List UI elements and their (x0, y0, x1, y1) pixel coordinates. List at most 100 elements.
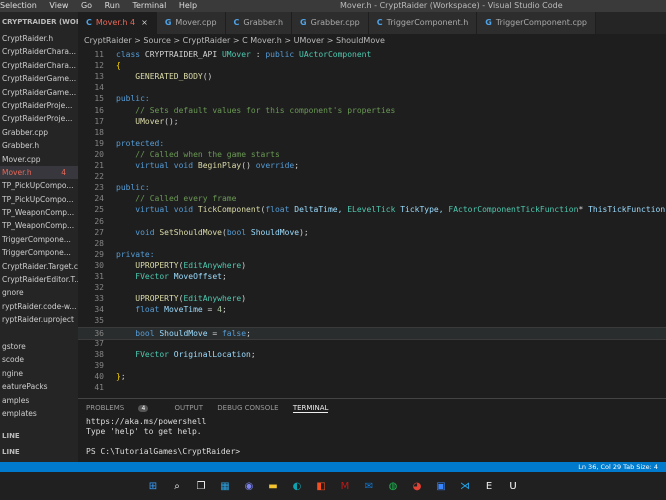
code-editor[interactable]: 11 class CRYPTRAIDER_API UMover : public … (78, 48, 666, 394)
code-line[interactable]: 30 UPROPERTY(EditAnywhere) (78, 260, 666, 271)
search-icon[interactable]: ⌕ (169, 478, 185, 494)
sidebar-file-item[interactable]: CryptRaiderGame... (0, 86, 78, 99)
menu-help[interactable]: Help (179, 1, 197, 10)
sidebar-file-item[interactable]: Mover.h 4 (0, 165, 78, 180)
mail-icon[interactable]: ✉ (361, 478, 377, 494)
code-line[interactable]: 34 float MoveTime = 4; (78, 304, 666, 315)
vscode-icon[interactable]: ⋊ (457, 478, 473, 494)
sidebar-file-item[interactable]: gstore (0, 340, 78, 353)
code-line[interactable]: 20 // Called when the game starts (78, 149, 666, 160)
code-line[interactable]: 15 public: (78, 93, 666, 104)
sidebar-file-item[interactable]: TP_PickUpCompo... (0, 193, 78, 206)
sidebar-file-item[interactable]: ryptRaider.code-w... (0, 300, 78, 313)
sidebar-file-item[interactable]: scode (0, 353, 78, 366)
tab-mover-h[interactable]: C Mover.h 4 × (78, 12, 157, 34)
code-line[interactable]: 23 public: (78, 182, 666, 193)
epic-icon[interactable]: E (481, 478, 497, 494)
code-line[interactable]: 11 class CRYPTRAIDER_API UMover : public … (78, 49, 666, 60)
code-line[interactable]: 24 // Called every frame (78, 193, 666, 204)
sidebar-file-item[interactable]: CryptRaiderChara... (0, 59, 78, 72)
unreal-icon[interactable]: U (505, 478, 521, 494)
sidebar-file-item[interactable]: ryptRaider.uproject (0, 313, 78, 326)
code-line[interactable]: 13 GENERATED_BODY() (78, 71, 666, 82)
code-line[interactable]: 32 (78, 282, 666, 293)
sidebar-file-item[interactable]: CryptRaiderChara... (0, 45, 78, 58)
sidebar-file-item[interactable]: TP_PickUpCompo... (0, 179, 78, 192)
timeline-section[interactable]: LINE (2, 448, 20, 456)
code-token: FActorComponentTickFunction (448, 205, 579, 215)
tab-triggercomponent-cpp[interactable]: G TriggerComponent.cpp (477, 12, 596, 34)
tab-grabber-h[interactable]: C Grabber.h (225, 12, 293, 34)
code-line[interactable]: 26 (78, 216, 666, 227)
sidebar-file-item[interactable]: CryptRaiderGame... (0, 72, 78, 85)
code-line[interactable]: 16 // Sets default values for this compo… (78, 105, 666, 116)
menu-terminal[interactable]: Terminal (132, 1, 166, 10)
code-line[interactable]: 39 (78, 360, 666, 371)
sidebar-file-item[interactable]: CryptRaiderProje... (0, 99, 78, 112)
menu-view[interactable]: View (49, 1, 68, 10)
sidebar-file-item[interactable] (0, 327, 78, 340)
code-line[interactable]: 33 UPROPERTY(EditAnywhere) (78, 293, 666, 304)
tab-triggercomponent-h[interactable]: C TriggerComponent.h (368, 12, 478, 34)
sidebar-file-item[interactable]: CryptRaiderEditor.T... (0, 273, 78, 286)
spotify-icon[interactable]: ◍ (385, 478, 401, 494)
code-line[interactable]: 12 { (78, 60, 666, 71)
close-icon[interactable]: × (141, 18, 148, 27)
tab-problems[interactable]: PROBLEMS 4 (86, 404, 160, 412)
sidebar-file-item[interactable]: ngine (0, 367, 78, 380)
chrome-icon[interactable]: ◕ (409, 478, 425, 494)
store-icon[interactable]: ◧ (313, 478, 329, 494)
chat-icon[interactable]: ◉ (241, 478, 257, 494)
code-line[interactable]: 25 virtual void TickComponent(float Delt… (78, 204, 666, 215)
tab-debug-console[interactable]: DEBUG CONSOLE (217, 404, 278, 412)
sidebar-file-item[interactable]: CryptRaider.h (0, 32, 78, 45)
sidebar-file-item[interactable]: TriggerCompone... (0, 233, 78, 246)
widgets-icon[interactable]: ▦ (217, 478, 233, 494)
sidebar-file-item[interactable]: eaturePacks (0, 380, 78, 393)
tab-terminal[interactable]: TERMINAL (292, 404, 329, 413)
edge-icon[interactable]: ◐ (289, 478, 305, 494)
code-line[interactable]: 35 (78, 315, 666, 326)
code-line[interactable]: 37 (78, 338, 666, 349)
explorer-header[interactable]: CRYPTRAIDER (WORKSPA... (0, 12, 78, 32)
sidebar-file-item[interactable]: TP_WeaponComp... (0, 206, 78, 219)
code-line[interactable]: 38 FVector OriginalLocation; (78, 349, 666, 360)
sidebar-file-item[interactable]: emplates (0, 407, 78, 420)
code-line[interactable]: 14 (78, 82, 666, 93)
menu-run[interactable]: Run (105, 1, 120, 10)
code-line[interactable]: 28 (78, 238, 666, 249)
sidebar-file-item[interactable]: CryptRaider.Target.cs (0, 260, 78, 273)
sidebar-file-item[interactable]: amples (0, 394, 78, 407)
code-line[interactable]: 22 (78, 171, 666, 182)
explorer-icon[interactable]: ▬ (265, 478, 281, 494)
taskview-icon[interactable]: ❐ (193, 478, 209, 494)
code-line[interactable]: 40}; (78, 371, 666, 382)
tab-grabber-cpp[interactable]: G Grabber.cpp (292, 12, 369, 34)
code-line[interactable]: 27 void SetShouldMove(bool ShouldMove); (78, 227, 666, 238)
sidebar-file-item[interactable]: Mover.cpp (0, 153, 78, 166)
sidebar-file-item[interactable]: Grabber.cpp (0, 126, 78, 139)
code-line[interactable]: 19 protected: (78, 138, 666, 149)
sidebar-file-item[interactable]: gnore (0, 286, 78, 299)
menu-selection[interactable]: Selection (0, 1, 37, 10)
code-line[interactable]: 17 UMover(); (78, 116, 666, 127)
photos-icon[interactable]: ▣ (433, 478, 449, 494)
cursor-position[interactable]: Ln 36, Col 29 Tab Size: 4 (578, 462, 658, 472)
sidebar-file-item[interactable]: CryptRaiderProje... (0, 112, 78, 125)
code-line[interactable]: 18 (78, 127, 666, 138)
windows-icon[interactable]: ⊞ (145, 478, 161, 494)
code-line[interactable]: 21 virtual void BeginPlay() override; (78, 160, 666, 171)
sidebar-file-item[interactable]: TP_WeaponComp... (0, 219, 78, 232)
mcafee-icon[interactable]: M (337, 478, 353, 494)
menu-go[interactable]: Go (81, 1, 92, 10)
tab-output[interactable]: OUTPUT (175, 404, 204, 412)
tab-mover-cpp[interactable]: G Mover.cpp (156, 12, 226, 34)
terminal-output[interactable]: https://aka.ms/powershell Type 'help' to… (78, 417, 666, 457)
sidebar-file-item[interactable]: TriggerCompone... (0, 246, 78, 259)
code-line[interactable]: 31 FVector MoveOffset; (78, 271, 666, 282)
code-line[interactable]: 29 private: (78, 249, 666, 260)
outline-section[interactable]: LINE (2, 432, 20, 440)
breadcrumb[interactable]: CryptRaider > Source > CryptRaider > C M… (78, 34, 666, 48)
sidebar-file-item[interactable]: Grabber.h (0, 139, 78, 152)
code-line[interactable]: 41 (78, 382, 666, 393)
